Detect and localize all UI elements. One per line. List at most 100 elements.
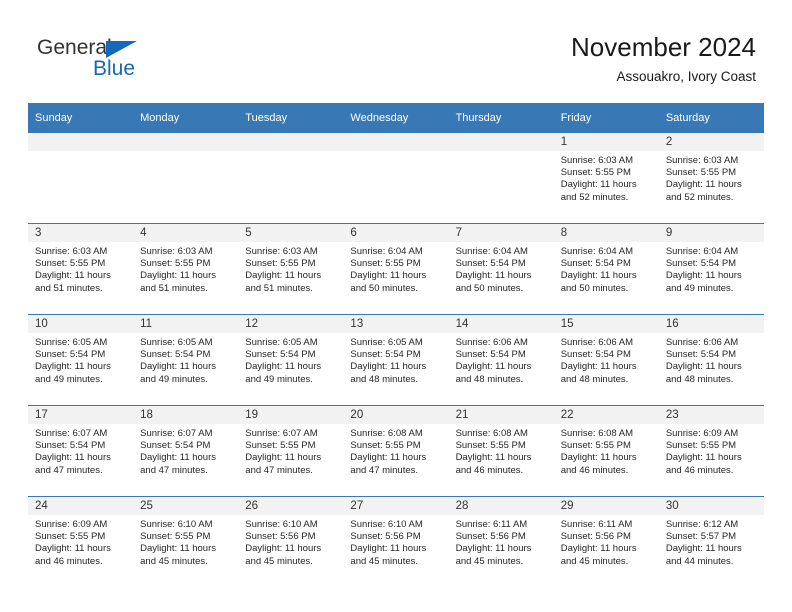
calendar-day-cell[interactable]: 18 Sunrise: 6:07 AM Sunset: 5:54 PM Dayli… (133, 405, 239, 497)
calendar-day-cell[interactable]: 20 Sunrise: 6:08 AM Sunset: 5:55 PM Dayli… (343, 405, 449, 497)
calendar-day-cell-empty (133, 132, 239, 224)
calendar-day-cell-empty (448, 132, 554, 224)
calendar-day-cell[interactable]: 5 Sunrise: 6:03 AM Sunset: 5:55 PM Daylig… (238, 223, 344, 315)
calendar-day-cell[interactable]: 15 Sunrise: 6:06 AM Sunset: 5:54 PM Dayli… (553, 314, 659, 406)
day-number: 10 (28, 315, 134, 333)
day-sun-info: Sunrise: 6:04 AM Sunset: 5:54 PM Dayligh… (665, 246, 742, 294)
day-sun-info: Sunrise: 6:04 AM Sunset: 5:54 PM Dayligh… (455, 246, 532, 294)
calendar-day-cell[interactable]: 6 Sunrise: 6:04 AM Sunset: 5:55 PM Daylig… (343, 223, 449, 315)
day-number: 4 (133, 224, 239, 242)
day-sun-info: Sunrise: 6:07 AM Sunset: 5:55 PM Dayligh… (245, 428, 322, 476)
day-number: 7 (448, 224, 554, 242)
day-sun-info: Sunrise: 6:09 AM Sunset: 5:55 PM Dayligh… (665, 428, 742, 476)
day-number: 11 (133, 315, 239, 333)
day-sun-info (343, 151, 448, 155)
weekday-header-friday: Friday (553, 103, 659, 133)
day-sun-info (28, 151, 133, 155)
day-number: 29 (553, 497, 659, 515)
day-number: 12 (238, 315, 344, 333)
calendar-day-cell[interactable]: 13 Sunrise: 6:05 AM Sunset: 5:54 PM Dayli… (343, 314, 449, 406)
calendar-day-cell[interactable]: 11 Sunrise: 6:05 AM Sunset: 5:54 PM Dayli… (133, 314, 239, 406)
calendar-day-cell[interactable]: 17 Sunrise: 6:07 AM Sunset: 5:54 PM Dayli… (28, 405, 134, 497)
page-subtitle-location: Assouakro, Ivory Coast (616, 69, 756, 84)
calendar-day-cell[interactable]: 4 Sunrise: 6:03 AM Sunset: 5:55 PM Daylig… (133, 223, 239, 315)
day-sun-info: Sunrise: 6:04 AM Sunset: 5:55 PM Dayligh… (350, 246, 427, 294)
day-number: 21 (448, 406, 554, 424)
calendar-day-cell[interactable]: 29 Sunrise: 6:11 AM Sunset: 5:56 PM Dayli… (553, 496, 659, 587)
triangle-logo-icon (106, 41, 137, 58)
general-blue-logo[interactable]: General Blue (37, 37, 257, 87)
calendar-week-row: 3 Sunrise: 6:03 AM Sunset: 5:55 PM Daylig… (28, 223, 764, 315)
day-number: 30 (658, 497, 764, 515)
calendar-day-cell[interactable]: 12 Sunrise: 6:05 AM Sunset: 5:54 PM Dayli… (238, 314, 344, 406)
calendar-day-cell[interactable]: 26 Sunrise: 6:10 AM Sunset: 5:56 PM Dayli… (238, 496, 344, 587)
calendar-table: Sunday Monday Tuesday Wednesday Thursday… (28, 103, 764, 587)
calendar-day-cell[interactable]: 22 Sunrise: 6:08 AM Sunset: 5:55 PM Dayli… (553, 405, 659, 497)
day-sun-info: Sunrise: 6:07 AM Sunset: 5:54 PM Dayligh… (35, 428, 111, 476)
page-header: General Blue November 2024 Assouakro, Iv… (0, 0, 792, 100)
calendar-week-row: 24 Sunrise: 6:09 AM Sunset: 5:55 PM Dayli… (28, 496, 764, 587)
calendar-day-cell[interactable]: 30 Sunrise: 6:12 AM Sunset: 5:57 PM Dayli… (658, 496, 764, 587)
calendar-day-cell[interactable]: 10 Sunrise: 6:05 AM Sunset: 5:54 PM Dayli… (28, 314, 134, 406)
calendar-day-cell[interactable]: 14 Sunrise: 6:06 AM Sunset: 5:54 PM Dayli… (448, 314, 554, 406)
page-title: November 2024 (571, 32, 756, 62)
calendar-body: 1 Sunrise: 6:03 AM Sunset: 5:55 PM Daylig… (28, 132, 764, 587)
day-number: 28 (448, 497, 554, 515)
day-sun-info: Sunrise: 6:07 AM Sunset: 5:54 PM Dayligh… (140, 428, 217, 476)
day-number: 5 (238, 224, 344, 242)
day-number (238, 133, 344, 151)
calendar-day-cell[interactable]: 23 Sunrise: 6:09 AM Sunset: 5:55 PM Dayli… (658, 405, 764, 497)
weekday-header-tuesday: Tuesday (238, 103, 344, 133)
day-sun-info: Sunrise: 6:04 AM Sunset: 5:54 PM Dayligh… (560, 246, 637, 294)
calendar-day-cell[interactable]: 3 Sunrise: 6:03 AM Sunset: 5:55 PM Daylig… (28, 223, 134, 315)
calendar-day-cell[interactable]: 28 Sunrise: 6:11 AM Sunset: 5:56 PM Dayli… (448, 496, 554, 587)
day-sun-info: Sunrise: 6:08 AM Sunset: 5:55 PM Dayligh… (560, 428, 637, 476)
day-sun-info: Sunrise: 6:10 AM Sunset: 5:55 PM Dayligh… (140, 519, 217, 567)
calendar-day-cell[interactable]: 9 Sunrise: 6:04 AM Sunset: 5:54 PM Daylig… (658, 223, 764, 315)
title-block: November 2024 Assouakro, Ivory Coast (571, 32, 756, 86)
brand-name-general: General (37, 36, 112, 59)
calendar-day-cell[interactable]: 8 Sunrise: 6:04 AM Sunset: 5:54 PM Daylig… (553, 223, 659, 315)
day-sun-info: Sunrise: 6:03 AM Sunset: 5:55 PM Dayligh… (665, 155, 742, 203)
day-sun-info: Sunrise: 6:05 AM Sunset: 5:54 PM Dayligh… (245, 337, 322, 385)
day-sun-info: Sunrise: 6:03 AM Sunset: 5:55 PM Dayligh… (245, 246, 322, 294)
day-sun-info: Sunrise: 6:09 AM Sunset: 5:55 PM Dayligh… (35, 519, 111, 567)
day-number: 20 (343, 406, 449, 424)
weekday-header-wednesday: Wednesday (343, 103, 449, 133)
day-sun-info: Sunrise: 6:06 AM Sunset: 5:54 PM Dayligh… (455, 337, 532, 385)
calendar-grid: Sunday Monday Tuesday Wednesday Thursday… (28, 103, 764, 587)
calendar-day-cell[interactable]: 27 Sunrise: 6:10 AM Sunset: 5:56 PM Dayli… (343, 496, 449, 587)
day-number (448, 133, 554, 151)
weekday-header-saturday: Saturday (658, 103, 764, 133)
calendar-day-cell[interactable]: 21 Sunrise: 6:08 AM Sunset: 5:55 PM Dayli… (448, 405, 554, 497)
calendar-day-cell[interactable]: 24 Sunrise: 6:09 AM Sunset: 5:55 PM Dayli… (28, 496, 134, 587)
day-sun-info: Sunrise: 6:11 AM Sunset: 5:56 PM Dayligh… (560, 519, 637, 567)
calendar-page: General Blue November 2024 Assouakro, Iv… (0, 0, 792, 612)
day-sun-info: Sunrise: 6:08 AM Sunset: 5:55 PM Dayligh… (455, 428, 532, 476)
calendar-day-cell[interactable]: 2 Sunrise: 6:03 AM Sunset: 5:55 PM Daylig… (658, 132, 764, 224)
day-sun-info: Sunrise: 6:08 AM Sunset: 5:55 PM Dayligh… (350, 428, 427, 476)
day-sun-info: Sunrise: 6:11 AM Sunset: 5:56 PM Dayligh… (455, 519, 532, 567)
day-number: 2 (658, 133, 764, 151)
day-number: 6 (343, 224, 449, 242)
day-number: 13 (343, 315, 449, 333)
day-sun-info (133, 151, 238, 155)
day-number: 17 (28, 406, 134, 424)
day-number: 22 (553, 406, 659, 424)
calendar-day-cell[interactable]: 7 Sunrise: 6:04 AM Sunset: 5:54 PM Daylig… (448, 223, 554, 315)
day-sun-info (449, 151, 554, 155)
day-number: 1 (553, 133, 659, 151)
day-number: 16 (658, 315, 764, 333)
calendar-week-row: 10 Sunrise: 6:05 AM Sunset: 5:54 PM Dayli… (28, 314, 764, 406)
calendar-day-cell[interactable]: 1 Sunrise: 6:03 AM Sunset: 5:55 PM Daylig… (553, 132, 659, 224)
calendar-day-cell-empty (343, 132, 449, 224)
calendar-day-cell[interactable]: 16 Sunrise: 6:06 AM Sunset: 5:54 PM Dayli… (658, 314, 764, 406)
day-sun-info: Sunrise: 6:10 AM Sunset: 5:56 PM Dayligh… (245, 519, 322, 567)
calendar-day-cell[interactable]: 19 Sunrise: 6:07 AM Sunset: 5:55 PM Dayli… (238, 405, 344, 497)
calendar-week-row: 1 Sunrise: 6:03 AM Sunset: 5:55 PM Daylig… (28, 132, 764, 224)
day-sun-info: Sunrise: 6:06 AM Sunset: 5:54 PM Dayligh… (665, 337, 742, 385)
day-number: 15 (553, 315, 659, 333)
day-sun-info: Sunrise: 6:03 AM Sunset: 5:55 PM Dayligh… (35, 246, 111, 294)
day-sun-info: Sunrise: 6:12 AM Sunset: 5:57 PM Dayligh… (665, 519, 742, 567)
calendar-day-cell[interactable]: 25 Sunrise: 6:10 AM Sunset: 5:55 PM Dayli… (133, 496, 239, 587)
